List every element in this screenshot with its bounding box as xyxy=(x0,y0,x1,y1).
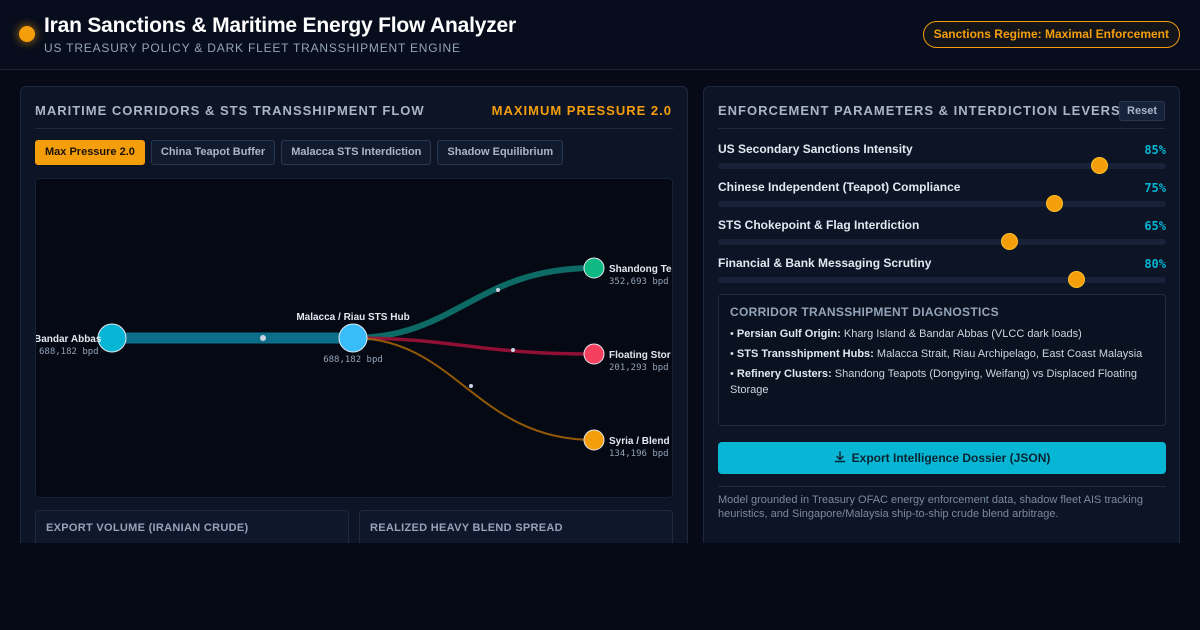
diagnostic-item: • Persian Gulf Origin: Kharg Island & Ba… xyxy=(730,328,1082,340)
diagnostic-key: Refinery Clusters: xyxy=(736,368,832,380)
flow-particle xyxy=(496,288,500,292)
flow-link-hub-shandong xyxy=(352,265,595,341)
slider-track[interactable] xyxy=(718,277,1166,283)
diagnostic-item: • STS Transshipment Hubs: Malacca Strait… xyxy=(730,348,1143,360)
methodology-footnote: Model grounded in Treasury OFAC energy e… xyxy=(718,486,1166,521)
node-value-shandong: 352,693 bpd xyxy=(609,277,669,287)
slider-thumb[interactable] xyxy=(1046,195,1063,212)
slider-track[interactable] xyxy=(718,201,1166,207)
flow-diagram: Bandar Abbas 688,182 bpd Malacca / Riau … xyxy=(35,178,673,498)
divider xyxy=(35,128,673,129)
node-hub xyxy=(338,323,368,353)
flow-link-hub-floating xyxy=(352,336,595,356)
node-value-floating: 201,293 bpd xyxy=(609,363,669,373)
slider-sanctions-intensity: US Secondary Sanctions Intensity 85% xyxy=(718,142,1166,176)
enforcement-panel: ENFORCEMENT PARAMETERS & INTERDICTION LE… xyxy=(703,86,1180,556)
slider-label: US Secondary Sanctions Intensity xyxy=(718,142,913,156)
panel-title: MARITIME CORRIDORS & STS TRANSSHIPMENT F… xyxy=(35,103,425,118)
divider xyxy=(718,128,1165,129)
page-background xyxy=(0,543,1200,630)
slider-financial-scrutiny: Financial & Bank Messaging Scrutiny 80% xyxy=(718,256,1166,290)
node-value-hub: 688,182 bpd xyxy=(323,355,383,365)
diagnostics-box: CORRIDOR TRANSSHIPMENT DIAGNOSTICS • Per… xyxy=(718,294,1166,426)
scenario-tabs: Max Pressure 2.0 China Teapot Buffer Mal… xyxy=(35,140,564,165)
node-value-origin: 688,182 bpd xyxy=(39,347,99,357)
slider-value: 75% xyxy=(1144,181,1166,195)
diagnostic-text: Malacca Strait, Riau Archipelago, East C… xyxy=(876,348,1143,360)
node-syria xyxy=(583,429,605,451)
node-label-hub: Malacca / Riau STS Hub xyxy=(296,312,409,323)
panel-title: ENFORCEMENT PARAMETERS & INTERDICTION LE… xyxy=(718,103,1121,118)
slider-label: Financial & Bank Messaging Scrutiny xyxy=(718,256,932,270)
flow-particle xyxy=(511,348,515,352)
diagnostic-key: Persian Gulf Origin: xyxy=(736,328,841,340)
node-shandong xyxy=(583,257,605,279)
slider-teapot-compliance: Chinese Independent (Teapot) Compliance … xyxy=(718,180,1166,214)
app-title: Iran Sanctions & Maritime Energy Flow An… xyxy=(44,14,516,37)
metric-label: EXPORT VOLUME (IRANIAN CRUDE) xyxy=(46,522,249,534)
slider-label: Chinese Independent (Teapot) Compliance xyxy=(718,180,961,194)
diagnostics-title: CORRIDOR TRANSSHIPMENT DIAGNOSTICS xyxy=(730,305,999,319)
scenario-mode-label: MAXIMUM PRESSURE 2.0 xyxy=(491,103,672,118)
node-label-syria: Syria / Blend xyxy=(609,436,670,447)
node-floating xyxy=(583,343,605,365)
slider-label: STS Chokepoint & Flag Interdiction xyxy=(718,218,920,232)
node-value-syria: 134,196 bpd xyxy=(609,449,669,459)
metric-label: REALIZED HEAVY BLEND SPREAD xyxy=(370,522,563,534)
tab-malacca-sts-interdiction[interactable]: Malacca STS Interdiction xyxy=(281,140,432,165)
diagnostic-key: STS Transshipment Hubs: xyxy=(736,348,874,360)
export-label: Export Intelligence Dossier (JSON) xyxy=(851,451,1051,465)
tab-max-pressure[interactable]: Max Pressure 2.0 xyxy=(35,140,145,165)
tab-shadow-equilibrium[interactable]: Shadow Equilibrium xyxy=(437,140,564,165)
app-subtitle: US TREASURY POLICY & DARK FLEET TRANSSHI… xyxy=(44,41,461,55)
slider-thumb[interactable] xyxy=(1001,233,1019,250)
diagnostic-text: Kharg Island & Bandar Abbas (VLCC dark l… xyxy=(843,328,1082,340)
export-dossier-button[interactable]: Export Intelligence Dossier (JSON) xyxy=(718,442,1166,474)
node-label-shandong: Shandong Te xyxy=(609,264,672,275)
node-origin xyxy=(97,323,127,353)
reset-button[interactable]: Reset xyxy=(1119,101,1165,121)
diagnostic-item: • Refinery Clusters: Shandong Teapots (D… xyxy=(730,368,1138,396)
slider-track[interactable] xyxy=(718,239,1166,245)
download-icon xyxy=(834,451,845,463)
slider-value: 80% xyxy=(1144,257,1166,271)
status-dot-icon xyxy=(19,26,35,42)
app-header: Iran Sanctions & Maritime Energy Flow An… xyxy=(0,0,1200,70)
slider-value: 65% xyxy=(1144,219,1166,233)
node-label-floating: Floating Stor xyxy=(609,350,671,361)
slider-sts-interdiction: STS Chokepoint & Flag Interdiction 65% xyxy=(718,218,1166,252)
node-label-origin: Bandar Abbas xyxy=(36,334,102,345)
flow-particle xyxy=(260,335,266,341)
slider-thumb[interactable] xyxy=(1090,157,1108,174)
corridor-flow-panel: MARITIME CORRIDORS & STS TRANSSHIPMENT F… xyxy=(20,86,688,556)
tab-china-teapot-buffer[interactable]: China Teapot Buffer xyxy=(150,140,276,165)
slider-thumb[interactable] xyxy=(1068,271,1086,288)
flow-particle xyxy=(469,384,473,388)
slider-value: 85% xyxy=(1144,143,1166,157)
sanctions-regime-badge: Sanctions Regime: Maximal Enforcement xyxy=(922,21,1180,48)
